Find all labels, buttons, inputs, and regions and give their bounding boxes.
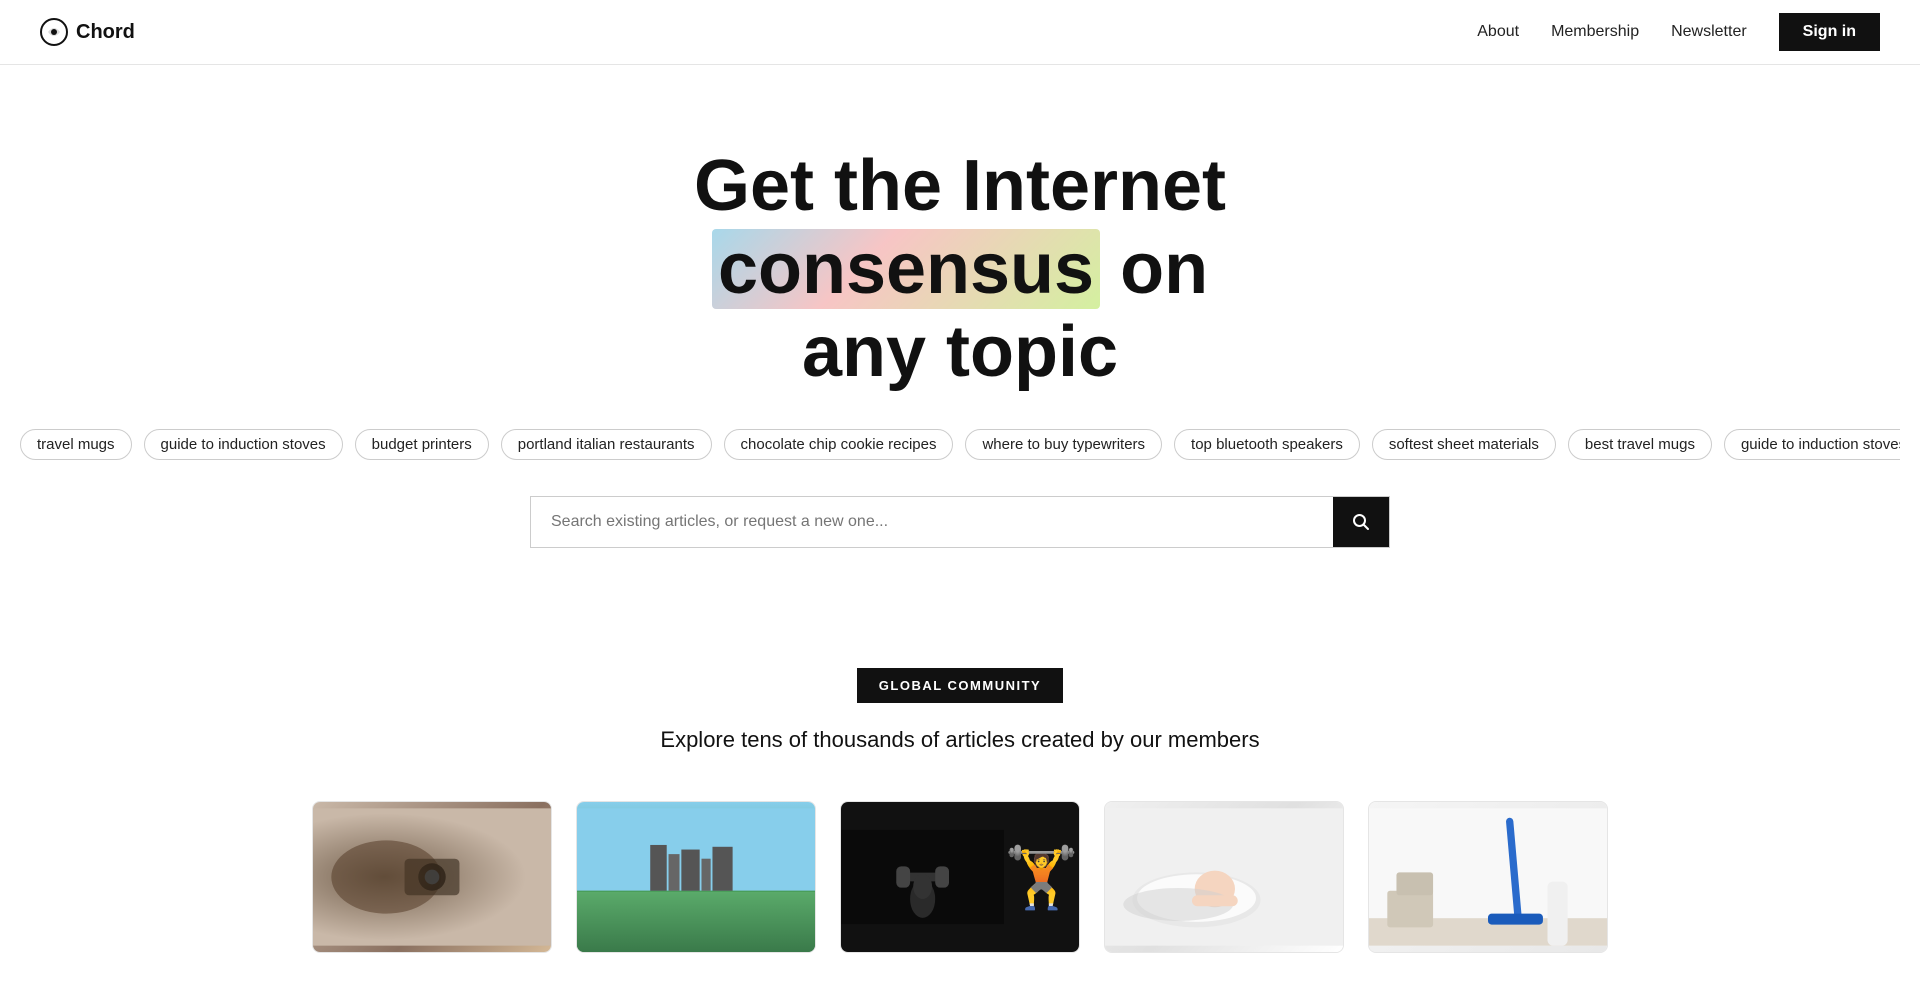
card-image-weights <box>841 802 1079 952</box>
weights-svg <box>841 802 1004 952</box>
article-card-weights[interactable] <box>840 801 1080 953</box>
tag-pill[interactable]: travel mugs <box>20 429 132 460</box>
cards-row <box>260 801 1660 953</box>
tag-pill[interactable]: portland italian restaurants <box>501 429 712 460</box>
search-bar <box>530 496 1390 548</box>
tag-pill[interactable]: guide to induction stoves <box>144 429 343 460</box>
logo-text: Chord <box>76 21 135 44</box>
hero-section: Get the Internet consensus onany topic t… <box>0 65 1920 608</box>
search-icon <box>1351 512 1371 532</box>
nav-membership[interactable]: Membership <box>1551 23 1639 41</box>
tag-pill[interactable]: best travel mugs <box>1568 429 1712 460</box>
tag-pill[interactable]: guide to induction stoves <box>1724 429 1900 460</box>
nav-links: About Membership Newsletter Sign in <box>1477 13 1880 51</box>
vacuum-svg <box>1369 802 1607 952</box>
community-section: GLOBAL COMMUNITY Explore tens of thousan… <box>0 608 1920 993</box>
dashcam-svg <box>313 802 551 952</box>
community-badge: GLOBAL COMMUNITY <box>857 668 1063 703</box>
tags-track: travel mugs guide to induction stoves budg… <box>20 429 1900 460</box>
logo-icon <box>40 18 68 46</box>
article-card-london[interactable] <box>576 801 816 953</box>
sleep-svg <box>1105 802 1343 952</box>
tag-pill[interactable]: softest sheet materials <box>1372 429 1556 460</box>
tag-pill[interactable]: top bluetooth speakers <box>1174 429 1360 460</box>
nav-about[interactable]: About <box>1477 23 1519 41</box>
search-input[interactable] <box>531 497 1333 547</box>
consensus-highlight: consensus <box>712 229 1100 309</box>
tags-container: travel mugs guide to induction stoves budg… <box>20 429 1900 460</box>
card-image-dashcam <box>313 802 551 952</box>
london-svg <box>577 802 815 952</box>
logo[interactable]: Chord <box>40 18 135 46</box>
tag-pill[interactable]: chocolate chip cookie recipes <box>724 429 954 460</box>
article-card-sleep[interactable] <box>1104 801 1344 953</box>
article-card-dashcam[interactable] <box>312 801 552 953</box>
tag-pill[interactable]: budget printers <box>355 429 489 460</box>
nav-newsletter[interactable]: Newsletter <box>1671 23 1747 41</box>
signin-button[interactable]: Sign in <box>1779 13 1880 51</box>
navbar: Chord About Membership Newsletter Sign i… <box>0 0 1920 65</box>
hero-heading: Get the Internet consensus onany topic <box>510 145 1410 393</box>
card-image-sleep <box>1105 802 1343 952</box>
card-image-vacuum <box>1369 802 1607 952</box>
card-image-london <box>577 802 815 952</box>
tag-pill[interactable]: where to buy typewriters <box>965 429 1162 460</box>
community-subtitle: Explore tens of thousands of articles cr… <box>660 727 1259 753</box>
article-card-vacuum[interactable] <box>1368 801 1608 953</box>
search-button[interactable] <box>1333 497 1389 547</box>
